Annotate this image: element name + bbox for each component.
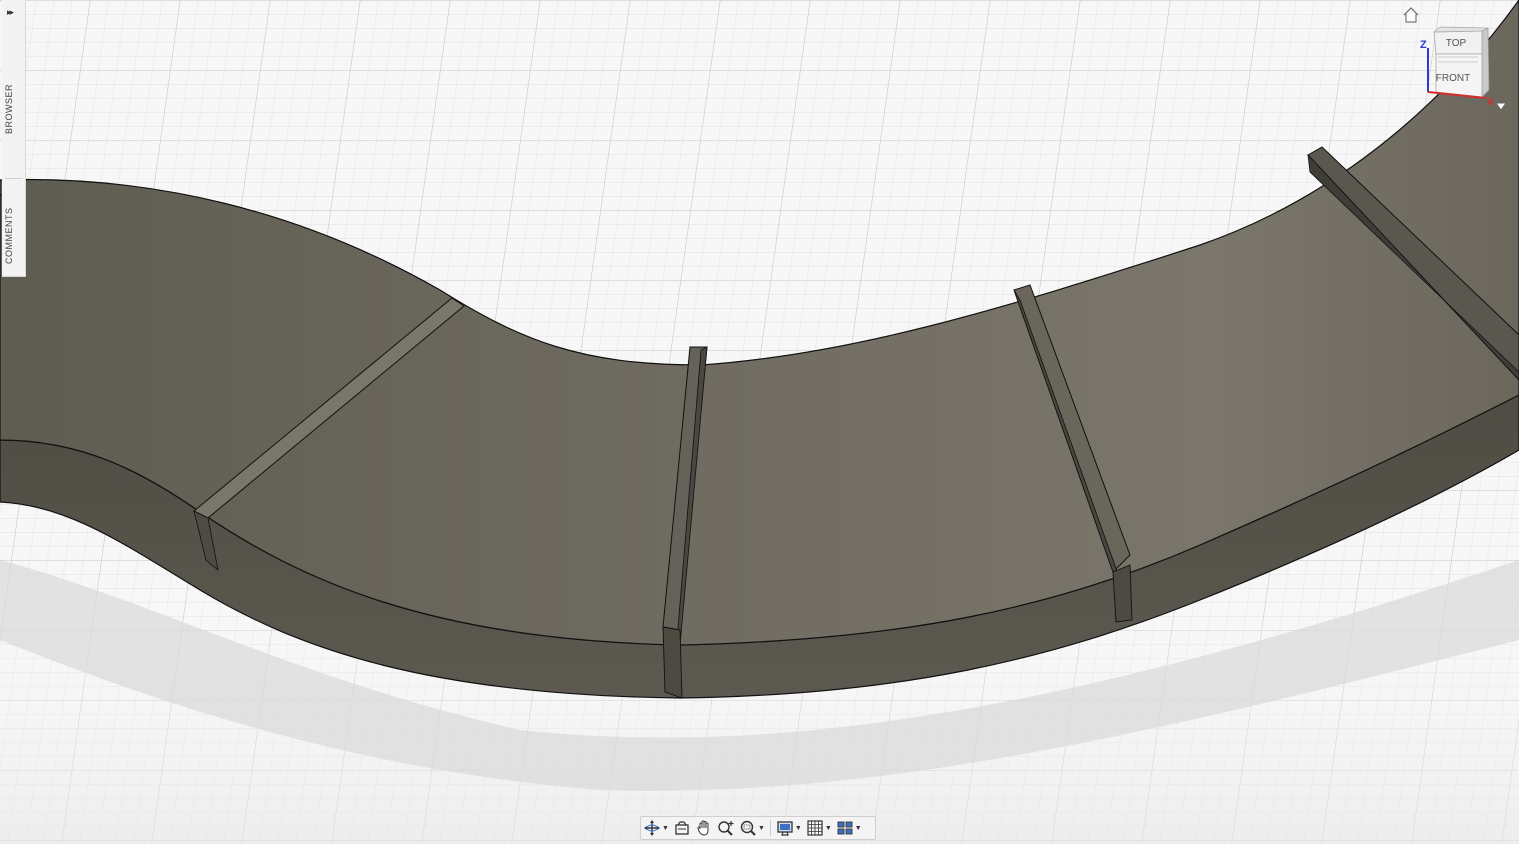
orbit-button[interactable]: ▼ bbox=[643, 818, 669, 838]
display-settings-button[interactable]: ▼ bbox=[776, 818, 802, 838]
look-at-icon bbox=[675, 821, 689, 835]
tab-browser[interactable]: BROWSER bbox=[4, 82, 24, 136]
grid-dropdown-icon[interactable]: ▼ bbox=[825, 825, 832, 832]
navigation-toolbar: ▼ ▼ ▼ ▼ ▼ bbox=[640, 816, 876, 840]
pan-icon bbox=[697, 820, 709, 836]
viewcube-menu-icon[interactable] bbox=[1495, 102, 1507, 111]
zoom-icon bbox=[718, 821, 734, 836]
zoom-dropdown-icon[interactable]: ▼ bbox=[758, 825, 765, 832]
grid-snaps-icon bbox=[807, 820, 823, 836]
zoom-window-icon bbox=[740, 820, 756, 836]
grid-snaps-button[interactable]: ▼ bbox=[806, 818, 832, 838]
viewcube-top-label: TOP bbox=[1446, 38, 1467, 49]
expand-panel-button[interactable]: ▸▸ bbox=[7, 6, 21, 18]
side-panel: ▸▸ BROWSER COMMENTS bbox=[2, 0, 26, 277]
zoom-window-button[interactable]: ▼ bbox=[739, 818, 765, 838]
zoom-button[interactable] bbox=[717, 818, 735, 838]
viewports-icon bbox=[837, 821, 853, 835]
viewports-dropdown-icon[interactable]: ▼ bbox=[855, 825, 862, 832]
orbit-dropdown-icon[interactable]: ▼ bbox=[662, 825, 669, 832]
display-settings-icon bbox=[777, 821, 793, 836]
viewports-button[interactable]: ▼ bbox=[836, 818, 862, 838]
toolbar-divider bbox=[769, 820, 771, 836]
look-at-button[interactable] bbox=[673, 818, 691, 838]
orbit-icon bbox=[644, 820, 660, 836]
3d-viewport[interactable] bbox=[0, 0, 1519, 844]
display-dropdown-icon[interactable]: ▼ bbox=[795, 825, 802, 832]
tab-comments[interactable]: COMMENTS bbox=[4, 205, 24, 267]
pan-button[interactable] bbox=[695, 818, 713, 838]
viewcube-front-label: FRONT bbox=[1436, 73, 1470, 84]
viewcube[interactable]: TOP FRONT Z X bbox=[1398, 0, 1518, 120]
z-axis-label: Z bbox=[1420, 39, 1427, 51]
tab-divider bbox=[5, 178, 23, 179]
x-axis-label: X bbox=[1487, 97, 1494, 108]
